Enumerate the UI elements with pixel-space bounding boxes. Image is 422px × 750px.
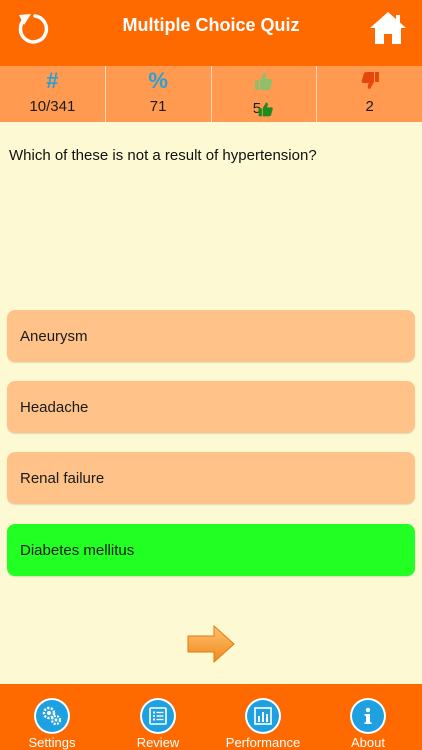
thumbs-up-icon	[254, 73, 273, 90]
info-icon	[350, 698, 386, 734]
stats-bar: # 10/341 % 71 5 2	[0, 66, 422, 122]
percent-value: 71	[149, 98, 167, 115]
hash-icon: #	[46, 68, 59, 93]
wrong-count-value: 2	[365, 98, 374, 115]
answer-option[interactable]: Renal failure	[7, 452, 415, 504]
next-arrow-icon[interactable]	[186, 624, 236, 664]
stat-correct: 5	[212, 66, 318, 122]
stat-wrong: 2	[317, 66, 422, 122]
answer-option[interactable]: Aneurysm	[7, 310, 415, 362]
tab-about-label: About	[351, 735, 385, 750]
tab-settings-label: Settings	[28, 735, 76, 750]
tab-about[interactable]: About	[323, 684, 413, 750]
bar-chart-icon	[245, 698, 281, 734]
stat-percent: % 71	[106, 66, 212, 122]
answer-option[interactable]: Headache	[7, 381, 415, 433]
answer-option-correct[interactable]: Diabetes mellitus	[7, 524, 415, 576]
percent-icon: %	[148, 68, 168, 93]
tab-review[interactable]: Review	[113, 684, 203, 750]
tab-bar: Settings Review Performance About	[0, 684, 422, 750]
tab-settings[interactable]: Settings	[7, 684, 97, 750]
tab-performance-label: Performance	[225, 735, 301, 750]
thumbs-up-icon	[258, 102, 273, 117]
gear-icon	[34, 698, 70, 734]
thumbs-down-icon	[361, 72, 379, 89]
tab-review-label: Review	[136, 735, 180, 750]
list-icon	[140, 698, 176, 734]
stat-question-count: # 10/341	[0, 66, 106, 122]
home-icon[interactable]	[368, 10, 408, 46]
tab-performance[interactable]: Performance	[218, 684, 308, 750]
page-title: Multiple Choice Quiz	[122, 15, 300, 35]
header-bar: Multiple Choice Quiz	[0, 0, 422, 66]
question-count-value: 10/341	[29, 98, 76, 115]
question-text: Which of these is not a result of hypert…	[9, 147, 317, 164]
